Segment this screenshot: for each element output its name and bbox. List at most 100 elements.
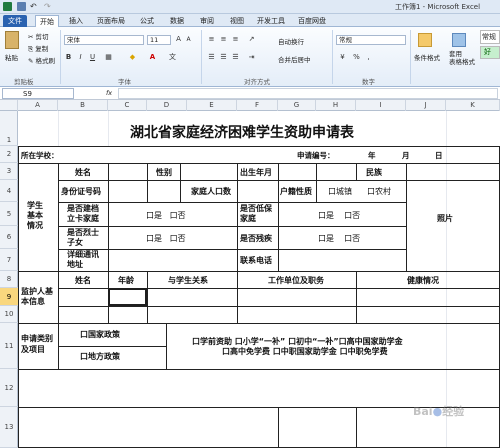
tab-developer[interactable]: 开发工具 [253, 15, 289, 27]
border-line [278, 407, 279, 447]
indent-icon[interactable]: ⇥ [247, 53, 256, 62]
format-painter-button[interactable]: ✎ 格式刷 [28, 55, 55, 65]
tab-data[interactable]: 数据 [165, 15, 189, 27]
align-center-icon[interactable]: ☰ [219, 53, 228, 62]
column-header[interactable]: I [356, 100, 406, 111]
orientation-icon[interactable]: ↗ [247, 35, 256, 44]
row-header[interactable]: 6 [0, 226, 18, 249]
column-header[interactable]: K [446, 100, 500, 111]
tab-file[interactable]: 文件 [3, 15, 27, 27]
align-right-icon[interactable]: ☰ [231, 53, 240, 62]
cut-button[interactable]: ✂ 剪切 [28, 31, 49, 41]
font-name-select[interactable]: 宋体 [64, 35, 144, 45]
formula-input[interactable] [118, 88, 498, 99]
border-line [237, 271, 238, 323]
underline-icon[interactable]: U [88, 53, 97, 62]
column-header[interactable]: F [237, 100, 278, 111]
tab-home[interactable]: 开始 [35, 15, 59, 27]
shrink-font-icon[interactable]: A [184, 35, 193, 44]
row-header[interactable]: 12 [0, 369, 18, 407]
low-income-yes-no[interactable]: 口是 口否 [318, 210, 360, 221]
table-format-button[interactable]: 套用 表格格式 [449, 50, 475, 66]
column-header[interactable]: B [58, 100, 108, 111]
row-header[interactable]: 7 [0, 249, 18, 271]
fx-button[interactable]: fx [106, 89, 112, 97]
disabled-label: 是否残疾 [240, 234, 272, 243]
number-format-select[interactable]: 常规 [336, 35, 406, 45]
paste-button[interactable]: 粘贴 [5, 52, 18, 62]
column-header[interactable]: G [278, 100, 316, 111]
gridline [108, 111, 109, 146]
row-header[interactable]: 3 [0, 163, 18, 180]
excel-logo-icon [3, 2, 12, 11]
family-size-label: 家庭人口数 [191, 187, 231, 196]
select-all-corner[interactable] [0, 100, 18, 111]
name-box[interactable]: S9 [2, 88, 74, 99]
local-policy-checkbox[interactable]: 口地方政策 [80, 351, 120, 362]
worksheet[interactable]: 湖北省家庭经济困难学生资助申请表 所在学校： 申请编号： 年 月 日 学生 基本… [18, 111, 500, 448]
grow-font-icon[interactable]: A [174, 35, 183, 44]
rural-checkbox[interactable]: 口农村 [367, 186, 391, 197]
column-header[interactable]: H [316, 100, 356, 111]
row-header[interactable]: 11 [0, 323, 18, 369]
conditional-format-button[interactable]: 条件格式 [414, 52, 440, 62]
italic-icon[interactable]: I [76, 53, 85, 62]
border-line [356, 407, 357, 447]
format-painter-label: 格式刷 [35, 57, 56, 65]
border-line [58, 226, 406, 227]
urban-checkbox[interactable]: 口城镇 [328, 186, 352, 197]
wrap-text-button[interactable]: 自动换行 [278, 36, 304, 46]
row-header[interactable]: 1 [0, 111, 18, 146]
border-line [18, 271, 500, 272]
row-header[interactable]: 8 [0, 271, 18, 288]
day-label: 日 [435, 151, 443, 160]
percent-button[interactable]: % [352, 53, 361, 62]
disabled-yes-no[interactable]: 口是 口否 [318, 233, 360, 244]
row-header[interactable]: 5 [0, 202, 18, 226]
row-header[interactable]: 13 [0, 407, 18, 448]
comma-button[interactable]: , [364, 53, 373, 62]
selected-cell[interactable] [108, 288, 147, 306]
table-format-icon [452, 33, 466, 47]
tab-insert[interactable]: 插入 [64, 15, 88, 27]
paste-icon[interactable] [5, 31, 19, 49]
font-size-select[interactable]: 11 [147, 35, 171, 45]
martyr-yes-no[interactable]: 口是 口否 [146, 233, 186, 244]
row-header-selected[interactable]: 9 [0, 288, 18, 306]
tab-formulas[interactable]: 公式 [135, 15, 159, 27]
align-middle-icon[interactable]: ≡ [219, 35, 228, 44]
tab-view[interactable]: 视图 [225, 15, 249, 27]
row-header[interactable]: 2 [0, 146, 18, 163]
tab-page-layout[interactable]: 页面布局 [93, 15, 129, 27]
tab-baidu-netdisk[interactable]: 百度网盘 [294, 15, 330, 27]
border-icon[interactable]: ▦ [104, 53, 113, 62]
copy-button[interactable]: ⎘ 复制 [28, 43, 48, 54]
undo-icon[interactable]: ↶ [30, 2, 39, 11]
align-top-icon[interactable]: ≡ [207, 35, 216, 44]
phonetic-icon[interactable]: 文 [168, 53, 177, 62]
merge-center-button[interactable]: 合并后居中 [278, 54, 311, 64]
row-header[interactable]: 10 [0, 306, 18, 323]
column-header[interactable]: E [187, 100, 237, 111]
font-color-icon[interactable]: A [148, 53, 157, 62]
bold-icon[interactable]: B [64, 53, 73, 62]
national-policy-checkbox[interactable]: 口国家政策 [80, 329, 120, 340]
archived-family-label: 是否建档 立卡家庭 [67, 204, 99, 223]
archived-yes-no[interactable]: 口是 口否 [146, 210, 186, 221]
style-good[interactable]: 好 [480, 46, 500, 59]
column-header[interactable]: A [18, 100, 58, 111]
row-header[interactable]: 4 [0, 180, 18, 202]
column-header[interactable]: C [108, 100, 147, 111]
align-left-icon[interactable]: ☰ [207, 53, 216, 62]
fill-color-icon[interactable]: ◆ [128, 53, 137, 62]
school-label: 所在学校： [21, 151, 59, 160]
align-bottom-icon[interactable]: ≡ [231, 35, 240, 44]
column-header[interactable]: D [147, 100, 187, 111]
tab-review[interactable]: 审阅 [195, 15, 219, 27]
save-icon[interactable] [17, 2, 26, 11]
currency-icon[interactable]: ¥ [338, 53, 347, 62]
style-normal[interactable]: 常规 [480, 30, 500, 44]
border-line [356, 271, 357, 323]
column-header[interactable]: J [406, 100, 446, 111]
redo-icon[interactable]: ↷ [44, 2, 53, 11]
